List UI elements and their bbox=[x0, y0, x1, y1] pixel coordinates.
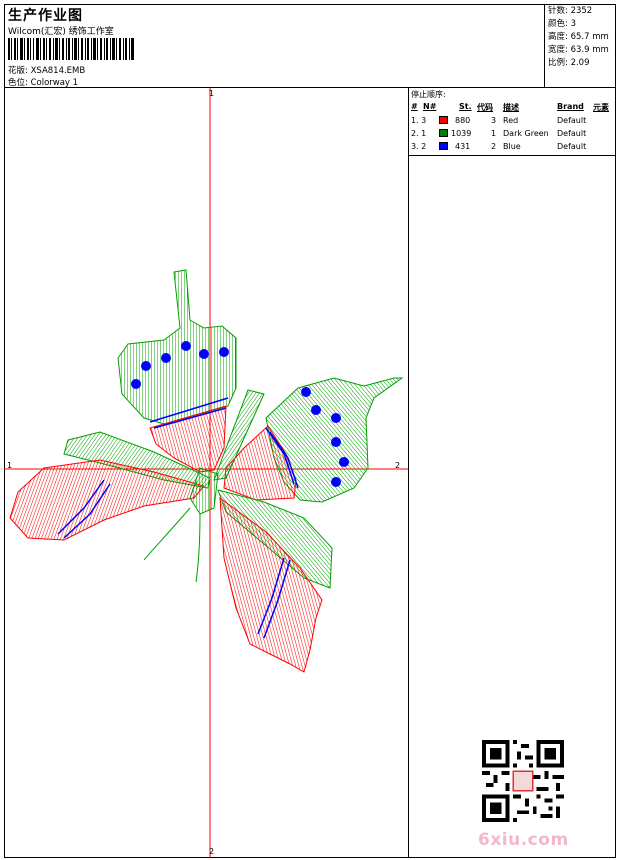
color-swatch-blue bbox=[439, 142, 448, 150]
col-hash: # bbox=[411, 102, 418, 111]
tendril bbox=[143, 507, 191, 561]
row-brand: Default bbox=[557, 142, 587, 151]
row-index: 3. 2 bbox=[411, 142, 427, 151]
row-code: 3 bbox=[491, 116, 497, 125]
stat-scale: 比例: 2.09 bbox=[548, 58, 590, 68]
row-description: Blue bbox=[503, 142, 521, 151]
row-index: 1. 3 bbox=[411, 116, 427, 125]
stat-stitches: 针数: 2352 bbox=[548, 6, 593, 16]
studio-name: Wilcom(汇宏) 绣饰工作室 bbox=[8, 27, 114, 37]
col-stitches: St. bbox=[459, 102, 472, 111]
row-brand: Default bbox=[557, 116, 587, 125]
color-swatch-green bbox=[439, 129, 448, 137]
stat-height: 高度: 65.7 mm bbox=[548, 32, 609, 42]
col-element: 元素 bbox=[593, 103, 609, 112]
row-code: 2 bbox=[491, 142, 497, 151]
barcode bbox=[8, 38, 134, 60]
watermark: 6xiu.com bbox=[478, 830, 569, 850]
stat-colors: 颜色: 3 bbox=[548, 19, 576, 29]
qr-code bbox=[482, 740, 564, 822]
col-n: N# bbox=[423, 102, 437, 111]
colorway: 色位: Colorway 1 bbox=[8, 78, 79, 88]
stop-sequence-panel: 停止顺序: # N# St. 代码 描述 Brand 元素 1. 3 880 3… bbox=[409, 88, 616, 156]
axis-label-left: 1 bbox=[7, 461, 13, 470]
design-file: 花版: XSA814.EMB bbox=[8, 66, 86, 76]
embroidery-drawing bbox=[4, 88, 408, 858]
header: 生产作业图 Wilcom(汇宏) 绣饰工作室 花版: XSA814.EMB 色位… bbox=[4, 4, 545, 88]
row-description: Dark Green bbox=[503, 129, 549, 138]
col-brand: Brand bbox=[557, 102, 584, 111]
row-code: 1 bbox=[491, 129, 497, 138]
design-canvas: 1 2 1 2 bbox=[4, 88, 409, 858]
design-stats: 针数: 2352 颜色: 3 高度: 65.7 mm 宽度: 63.9 mm 比… bbox=[545, 4, 616, 88]
color-swatch-red bbox=[439, 116, 448, 124]
stop-sequence-title: 停止顺序: bbox=[411, 90, 446, 99]
stat-width: 宽度: 63.9 mm bbox=[548, 45, 609, 55]
row-stitches: 880 bbox=[455, 116, 471, 125]
axis-label-bottom: 2 bbox=[209, 847, 215, 856]
col-description: 描述 bbox=[503, 103, 519, 112]
axis-label-top: 1 bbox=[209, 89, 215, 98]
row-index: 2. 1 bbox=[411, 129, 427, 138]
row-brand: Default bbox=[557, 129, 587, 138]
col-code: 代码 bbox=[477, 103, 493, 112]
row-description: Red bbox=[503, 116, 519, 125]
row-stitches: 431 bbox=[455, 142, 471, 151]
tendril bbox=[195, 513, 201, 583]
axis-label-right: 2 bbox=[395, 461, 401, 470]
row-stitches: 1039 bbox=[451, 129, 472, 138]
page-title: 生产作业图 bbox=[8, 8, 83, 24]
